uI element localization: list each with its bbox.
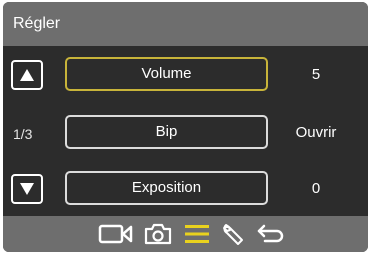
menu-item-bip[interactable]: Bip xyxy=(65,115,268,149)
device-screen: Régler 1/3 Volume 5 Bip Ouvrir Expositio… xyxy=(3,2,368,252)
menu-item-volume[interactable]: Volume xyxy=(65,57,268,91)
menu-value-bip: Ouvrir xyxy=(295,124,337,141)
scroll-down-button[interactable] xyxy=(11,174,43,204)
scroll-up-button[interactable] xyxy=(11,60,43,90)
wrench-icon[interactable] xyxy=(221,222,245,246)
menu-value-volume: 5 xyxy=(311,66,321,83)
back-icon[interactable] xyxy=(255,222,285,246)
arrow-up-icon xyxy=(20,69,34,81)
page-title: Régler xyxy=(13,15,61,32)
menu-item-exposition[interactable]: Exposition xyxy=(65,171,268,205)
photo-camera-icon[interactable] xyxy=(143,222,173,246)
video-camera-icon[interactable] xyxy=(98,222,134,246)
page-indicator: 1/3 xyxy=(13,126,33,142)
menu-value-exposition: 0 xyxy=(311,180,321,197)
arrow-down-icon xyxy=(20,183,34,195)
title-bar: Régler xyxy=(3,2,368,46)
bottom-nav-bar xyxy=(3,216,368,252)
settings-menu-icon[interactable] xyxy=(184,222,210,246)
